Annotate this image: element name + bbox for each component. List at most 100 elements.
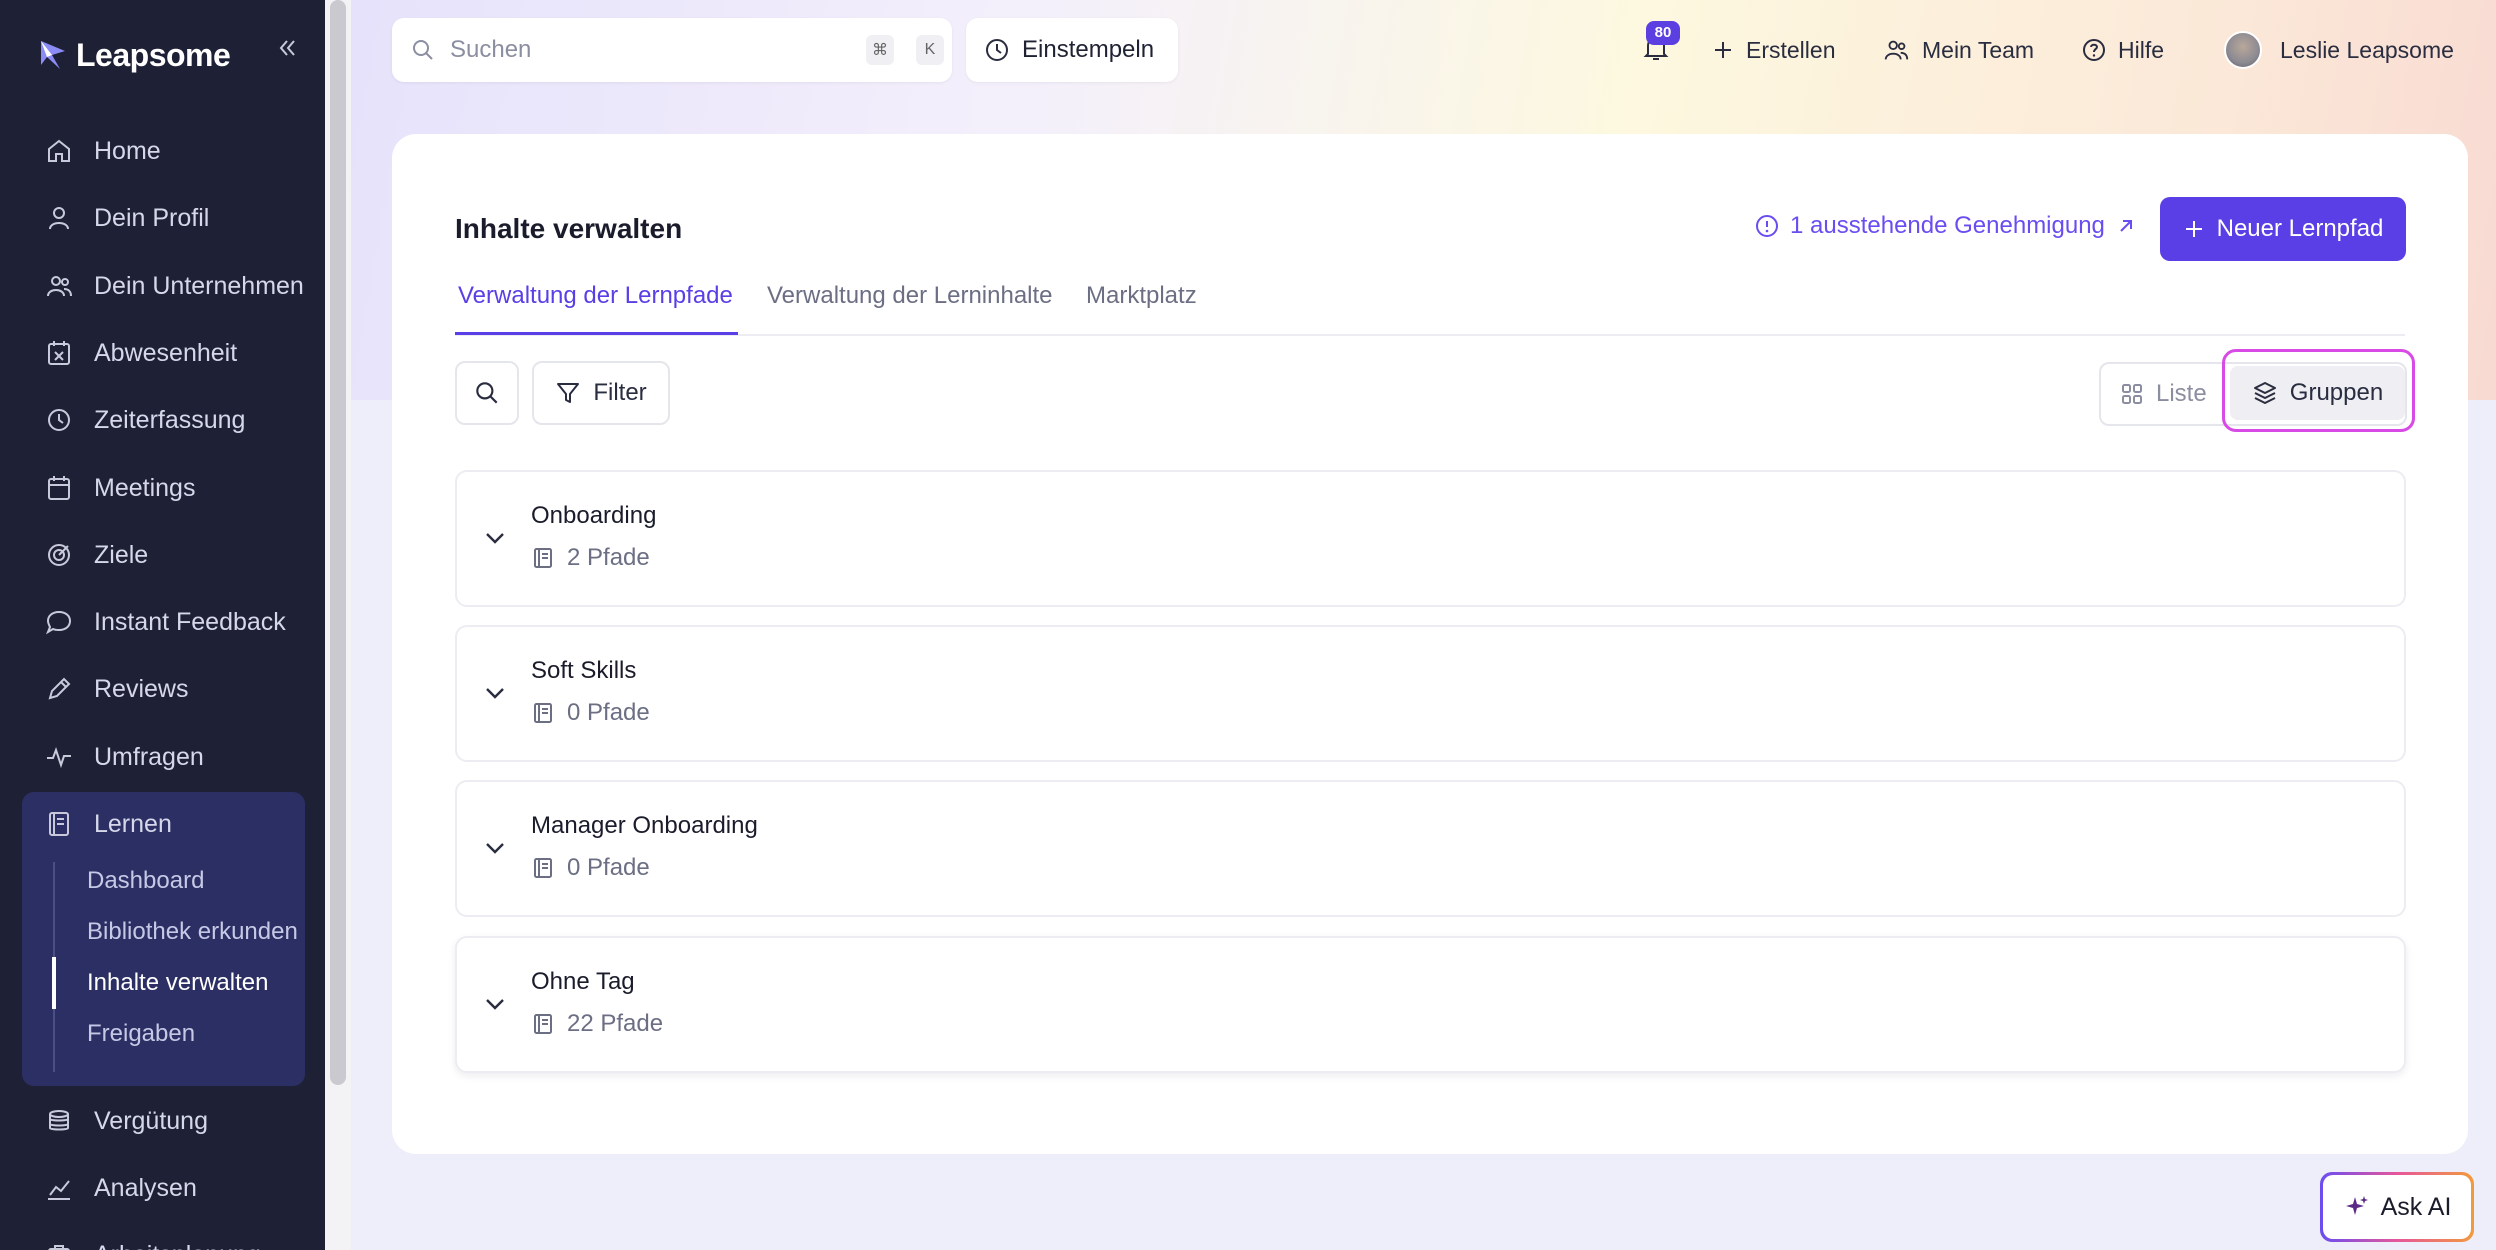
search-placeholder: Suchen [450, 36, 532, 63]
plus-icon [1715, 42, 1731, 58]
view-groups-button[interactable]: Gruppen [2230, 366, 2405, 420]
group-count-label: 0 Pfade [567, 699, 650, 726]
users-icon [1884, 40, 1909, 60]
home-icon [48, 139, 70, 162]
sidebar-item-label: Meetings [94, 473, 196, 502]
sidebar-item-compensation[interactable]: Vergütung [22, 1091, 305, 1151]
sidebar-item-label: Instant Feedback [94, 607, 286, 636]
sidebar: Leapsome Home Dein Profil Dein Unternehm… [0, 0, 325, 1250]
group-name: Soft Skills [531, 657, 637, 684]
chevron-down-icon[interactable] [481, 990, 509, 1018]
sidebar-item-goals[interactable]: Ziele [22, 525, 305, 585]
global-search-input[interactable]: Suchen ⌘ K [392, 18, 952, 82]
new-learning-path-button[interactable]: Neuer Lernpfad [2160, 197, 2406, 261]
sidebar-item-label: Arbeitsplanung [94, 1241, 261, 1250]
ask-ai-label: Ask AI [2380, 1192, 2452, 1221]
group-count: 0 Pfade [531, 699, 650, 727]
user-menu[interactable]: Leslie Leapsome [2224, 24, 2454, 76]
page-title: Inhalte verwalten [455, 213, 683, 244]
sidebar-item-label: Abwesenheit [94, 338, 238, 367]
grid-icon [2122, 384, 2142, 404]
notification-count-badge: 80 [1646, 21, 1680, 45]
pending-approval-link[interactable]: 1 ausstehende Genehmigung [1754, 212, 2137, 240]
sidebar-item-surveys[interactable]: Umfragen [22, 727, 305, 787]
sidebar-item-label: Vergütung [94, 1106, 208, 1135]
group-name: Onboarding [531, 502, 657, 529]
filter-label: Filter [593, 379, 647, 406]
help-label: Hilfe [2118, 36, 2165, 63]
leapsome-logo[interactable]: Leapsome [38, 30, 231, 80]
my-team-label: Mein Team [1922, 36, 2035, 63]
plus-icon [2185, 221, 2202, 237]
new-learning-path-label: Neuer Lernpfad [2216, 215, 2384, 242]
search-icon [413, 40, 433, 60]
sidebar-item-profile[interactable]: Dein Profil [22, 188, 305, 248]
sidebar-item-analytics[interactable]: Analysen [22, 1158, 305, 1218]
group-name: Ohne Tag [531, 968, 635, 995]
sidebar-subitem-approvals[interactable]: Freigaben [87, 1009, 195, 1059]
group-count: 22 Pfade [531, 1010, 663, 1038]
info-icon [1756, 215, 1778, 237]
create-button[interactable]: Erstellen [1712, 24, 1835, 76]
sidebar-item-time-tracking[interactable]: Zeiterfassung [22, 390, 305, 450]
help-icon [2083, 39, 2105, 61]
ask-ai-button[interactable]: Ask AI [2320, 1172, 2474, 1242]
sidebar-item-partial[interactable]: Arbeitsplanung [22, 1225, 305, 1250]
my-team-button[interactable]: Mein Team [1882, 24, 2034, 76]
tab-marketplace[interactable]: Marktplatz [1086, 282, 1197, 332]
leapsome-logo-icon [41, 41, 65, 69]
search-button[interactable] [455, 361, 519, 425]
help-button[interactable]: Hilfe [2082, 24, 2164, 76]
sidebar-subitem-library[interactable]: Bibliothek erkunden [87, 907, 298, 957]
collapse-sidebar-button[interactable] [270, 33, 304, 67]
pulse-icon [47, 747, 71, 769]
sidebar-item-company[interactable]: Dein Unternehmen [22, 256, 305, 316]
sidebar-item-label: Umfragen [94, 742, 204, 771]
sidebar-item-label: Lernen [94, 809, 172, 838]
tab-learning-paths[interactable]: Verwaltung der Lernpfade [458, 282, 733, 332]
sidebar-item-label: Dein Unternehmen [94, 271, 304, 300]
chevron-down-icon[interactable] [481, 834, 509, 862]
sidebar-item-learning[interactable]: Lernen [22, 794, 305, 854]
sidebar-item-home[interactable]: Home [22, 121, 305, 181]
create-label: Erstellen [1746, 36, 1836, 63]
tab-learning-content[interactable]: Verwaltung der Lerninhalte [767, 282, 1053, 332]
group-row[interactable]: Onboarding 2 Pfade [455, 470, 2406, 607]
book-icon [49, 812, 69, 836]
avatar [2224, 31, 2262, 69]
layers-icon [2253, 382, 2276, 404]
chevron-down-icon[interactable] [481, 524, 509, 552]
ask-ai-inner: Ask AI [2323, 1175, 2471, 1239]
active-tab-underline [455, 332, 738, 335]
coins-icon [49, 1110, 69, 1131]
sidebar-scrollbar-thumb[interactable] [330, 0, 346, 1085]
group-count: 2 Pfade [531, 544, 650, 572]
sidebar-subitem-dashboard[interactable]: Dashboard [87, 856, 204, 906]
filter-button[interactable]: Filter [532, 361, 670, 425]
calendar-x-icon [48, 341, 70, 365]
book-icon [534, 858, 552, 878]
sidebar-item-label: Reviews [94, 674, 189, 703]
clock-in-button[interactable]: Einstempeln [966, 18, 1178, 82]
sidebar-subitem-manage-content[interactable]: Inhalte verwalten [87, 958, 268, 1008]
view-list-label: Liste [2156, 380, 2207, 407]
group-row[interactable]: Manager Onboarding 0 Pfade [455, 780, 2406, 917]
sidebar-item-reviews[interactable]: Reviews [22, 659, 305, 719]
sidebar-item-instant-feedback[interactable]: Instant Feedback [22, 592, 305, 652]
group-row[interactable]: Ohne Tag 22 Pfade [455, 936, 2406, 1073]
sidebar-item-meetings[interactable]: Meetings [22, 458, 305, 518]
group-row[interactable]: Soft Skills 0 Pfade [455, 625, 2406, 762]
clock-icon [48, 409, 70, 431]
sidebar-item-absence[interactable]: Abwesenheit [22, 323, 305, 383]
chevron-down-icon[interactable] [481, 679, 509, 707]
book-icon [534, 548, 552, 568]
sparkle-icon [2345, 1196, 2368, 1215]
group-count-label: 2 Pfade [567, 544, 650, 571]
sidebar-item-label: Zeiterfassung [94, 405, 246, 434]
user-name: Leslie Leapsome [2280, 36, 2454, 63]
sidebar-item-label: Analysen [94, 1173, 197, 1202]
group-count-label: 0 Pfade [567, 854, 650, 881]
view-list-button[interactable]: Liste [2120, 362, 2207, 426]
view-groups-label: Gruppen [2289, 379, 2384, 406]
group-count-label: 22 Pfade [567, 1010, 664, 1037]
